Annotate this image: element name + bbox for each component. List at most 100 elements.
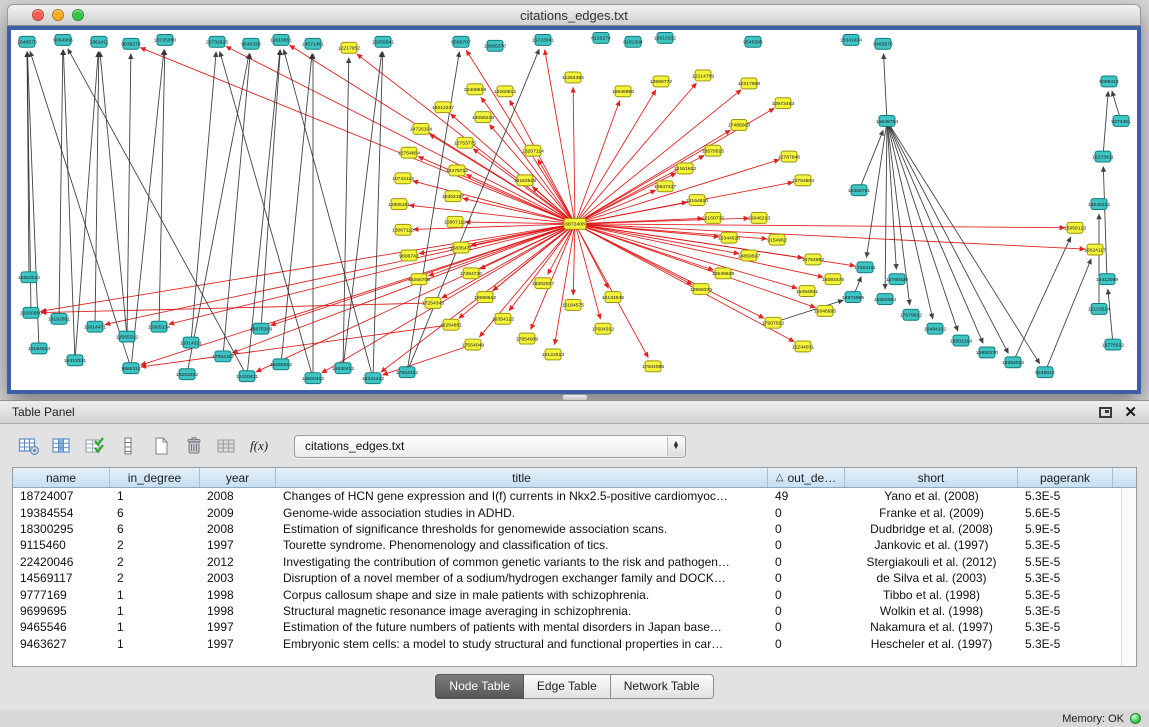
- network-node[interactable]: 12420431: [236, 371, 258, 382]
- column-header-year[interactable]: year: [200, 468, 276, 487]
- network-node[interactable]: 16412331: [64, 355, 86, 366]
- select-columns-icon[interactable]: [80, 432, 110, 460]
- network-node[interactable]: 16256708: [408, 274, 430, 285]
- network-selector-dropdown[interactable]: citations_edges.txt ▲▼: [294, 435, 686, 458]
- network-node[interactable]: 12217952: [338, 42, 360, 53]
- network-node[interactable]: 10742114: [392, 173, 414, 184]
- network-node[interactable]: 17264730: [460, 268, 482, 279]
- network-node[interactable]: 15134545: [602, 292, 624, 303]
- network-node[interactable]: 15093475: [822, 274, 844, 285]
- table-row[interactable]: 977716911998Corpus callosum shape and si…: [13, 586, 1121, 602]
- network-node[interactable]: 9806742: [399, 250, 419, 261]
- tab-network-table[interactable]: Network Table: [611, 674, 714, 699]
- delete-column-icon[interactable]: [179, 432, 209, 460]
- network-node[interactable]: 10959375: [690, 284, 712, 295]
- network-node[interactable]: 8181304: [623, 36, 643, 47]
- network-node[interactable]: 18579515: [702, 145, 724, 156]
- network-node[interactable]: 15244031: [792, 341, 814, 352]
- table-row[interactable]: 1938455462009Genome-wide association stu…: [13, 504, 1121, 520]
- new-column-icon[interactable]: [146, 432, 176, 460]
- network-node[interactable]: 16302064: [874, 294, 896, 305]
- network-node[interactable]: 9639273: [121, 38, 141, 49]
- network-node[interactable]: 12161612: [674, 163, 696, 174]
- network-node[interactable]: 16046995: [814, 305, 836, 316]
- network-node[interactable]: 14754804: [792, 175, 814, 186]
- network-node[interactable]: 17264111: [854, 262, 876, 273]
- network-node[interactable]: 16648794: [876, 116, 898, 127]
- network-node[interactable]: 19565012: [116, 331, 138, 342]
- network-node[interactable]: 17604055: [642, 361, 664, 372]
- network-node[interactable]: 16466791: [848, 185, 870, 196]
- network-node[interactable]: 16835471: [450, 242, 472, 253]
- network-node[interactable]: 13807112: [444, 216, 466, 227]
- table-row[interactable]: 911546021997Tourette syndrome. Phenomeno…: [13, 537, 1121, 553]
- network-node[interactable]: 16992270: [976, 347, 998, 358]
- network-node[interactable]: 15494931: [796, 286, 818, 297]
- network-node[interactable]: 16776612: [1102, 339, 1124, 350]
- network-node[interactable]: 18341404: [840, 34, 862, 45]
- network-node[interactable]: 12217958: [738, 78, 760, 89]
- table-row[interactable]: 1872400712008Changes of HCN gene express…: [13, 488, 1121, 504]
- network-node[interactable]: 17604312: [592, 323, 614, 334]
- network-node[interactable]: 17554112: [212, 351, 234, 362]
- network-node[interactable]: 12214789: [692, 70, 714, 81]
- column-header-pagerank[interactable]: pagerank: [1018, 468, 1113, 487]
- network-node[interactable]: 16192891: [48, 313, 70, 324]
- network-node[interactable]: 1846570: [17, 36, 37, 47]
- network-node[interactable]: 15790420: [886, 274, 908, 285]
- network-node[interactable]: 16846950: [612, 86, 634, 97]
- network-node[interactable]: 14859597: [738, 250, 760, 261]
- network-node[interactable]: 16302197: [442, 191, 464, 202]
- network-node[interactable]: 12160732: [702, 212, 724, 223]
- column-header-title[interactable]: title: [276, 468, 768, 487]
- network-node[interactable]: 19254022: [1002, 357, 1024, 368]
- network-node[interactable]: 17554049: [462, 339, 484, 350]
- network-node[interactable]: 16973996: [842, 292, 864, 303]
- network-node[interactable]: 6872408: [564, 218, 586, 229]
- network-node[interactable]: 15590612: [474, 292, 496, 303]
- network-node[interactable]: 19565370: [484, 40, 506, 51]
- network-node[interactable]: 16231412: [362, 373, 384, 384]
- network-node[interactable]: 16494122: [924, 323, 946, 334]
- network-node[interactable]: 9085413: [1099, 76, 1119, 87]
- network-node[interactable]: 16875309: [250, 323, 272, 334]
- column-header-short[interactable]: short: [845, 468, 1018, 487]
- network-node[interactable]: 12103514: [1088, 303, 1110, 314]
- network-node[interactable]: 9482576: [873, 38, 893, 49]
- network-node[interactable]: 16510332: [654, 32, 676, 43]
- minimize-button[interactable]: [52, 9, 64, 21]
- network-node[interactable]: 14056218: [472, 112, 494, 123]
- network-node[interactable]: 16122513: [542, 349, 564, 360]
- network-node[interactable]: 17554312: [396, 367, 418, 378]
- network-node[interactable]: 16014471: [84, 321, 106, 332]
- import-table-icon[interactable]: [212, 432, 242, 460]
- network-node[interactable]: 16014321: [180, 337, 202, 348]
- show-columns-icon[interactable]: [47, 432, 77, 460]
- network-node[interactable]: 9546328: [241, 38, 261, 49]
- network-node[interactable]: 18301264: [950, 335, 972, 346]
- network-node[interactable]: 15344610: [718, 232, 740, 243]
- network-node[interactable]: 9274461: [1111, 116, 1131, 127]
- network-node[interactable]: 10973493: [772, 98, 794, 109]
- zoom-button[interactable]: [72, 9, 84, 21]
- network-node[interactable]: 16553012: [18, 272, 40, 283]
- table-row[interactable]: 1830029562008Estimation of significance …: [13, 521, 1121, 537]
- network-node[interactable]: 10599772: [650, 76, 672, 87]
- function-builder-icon[interactable]: f(x): [245, 432, 275, 460]
- table-options-icon[interactable]: [14, 432, 44, 460]
- network-node[interactable]: 13207114: [522, 145, 544, 156]
- network-node[interactable]: 12260612: [494, 86, 516, 97]
- table-row[interactable]: 1456911722003Disruption of a novel membe…: [13, 570, 1121, 586]
- network-node[interactable]: 12787846: [778, 151, 800, 162]
- network-node[interactable]: 17485083: [728, 120, 750, 131]
- network-node[interactable]: 16256012: [270, 359, 292, 370]
- network-node[interactable]: 16024117: [1084, 244, 1106, 255]
- network-node[interactable]: 20260950: [20, 307, 42, 318]
- network-node[interactable]: 9245012: [1035, 367, 1055, 378]
- network-node[interactable]: 16162515: [514, 175, 536, 186]
- network-node[interactable]: 16046213: [748, 212, 770, 223]
- network-node[interactable]: 17679912: [900, 309, 922, 320]
- network-node[interactable]: 9064958: [53, 34, 73, 45]
- network-node[interactable]: 18302027: [532, 278, 554, 289]
- network-node[interactable]: 9866112: [121, 363, 140, 374]
